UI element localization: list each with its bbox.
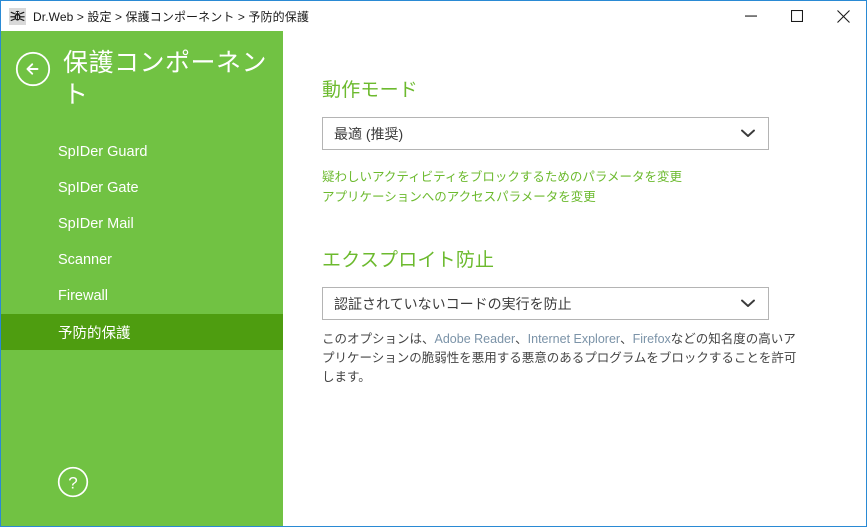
- operation-mode-heading: 動作モード: [322, 80, 419, 101]
- window-controls: [728, 1, 866, 31]
- back-arrow-icon[interactable]: [15, 51, 51, 87]
- title-bar-left: Dr.Web > 設定 > 保護コンポーネント > 予防的保護: [1, 7, 728, 25]
- app-name-adobe-reader: Adobe Reader: [434, 332, 516, 346]
- minimize-icon: [745, 15, 757, 17]
- maximize-button[interactable]: [774, 1, 820, 31]
- sidebar-item-spider-gate[interactable]: SpIDer Gate: [1, 170, 283, 206]
- exploit-prevention-heading: エクスプロイト防止: [322, 250, 495, 271]
- title-bar: Dr.Web > 設定 > 保護コンポーネント > 予防的保護: [1, 1, 866, 31]
- sidebar-item-preventive-protection[interactable]: 予防的保護: [1, 314, 283, 350]
- svg-text:?: ?: [68, 473, 77, 492]
- exploit-prevention-description: このオプションは、Adobe Reader、Internet Explorer、…: [322, 330, 807, 387]
- operation-mode-select[interactable]: 最適 (推奨): [322, 117, 769, 150]
- sidebar-item-label: SpIDer Guard: [58, 144, 148, 160]
- description-part-1: このオプションは、: [322, 332, 435, 346]
- sidebar-item-label: SpIDer Mail: [58, 216, 134, 232]
- breadcrumb: Dr.Web > 設定 > 保護コンポーネント > 予防的保護: [33, 9, 309, 24]
- description-separator-2: 、: [620, 332, 633, 346]
- operation-mode-value: 最適 (推奨): [334, 125, 404, 142]
- window-body: 保護コンポーネント SpIDer Guard SpIDer Gate SpIDe…: [1, 31, 866, 526]
- close-button[interactable]: [820, 1, 866, 31]
- sidebar: 保護コンポーネント SpIDer Guard SpIDer Gate SpIDe…: [1, 31, 283, 526]
- sidebar-item-label: Scanner: [58, 252, 113, 268]
- minimize-button[interactable]: [728, 1, 774, 31]
- chevron-down-icon: [741, 129, 755, 137]
- link-change-suspicious-activity-params[interactable]: 疑わしいアクティビティをブロックするためのパラメータを変更: [322, 167, 866, 187]
- sidebar-item-firewall[interactable]: Firewall: [1, 278, 283, 314]
- app-name-internet-explorer: Internet Explorer: [527, 332, 621, 346]
- sidebar-nav: SpIDer Guard SpIDer Gate SpIDer Mail Sca…: [1, 134, 283, 350]
- maximize-icon: [791, 10, 803, 22]
- sidebar-item-label: 予防的保護: [58, 325, 131, 342]
- page-title: 保護コンポーネント: [63, 49, 268, 109]
- spider-icon: [9, 7, 26, 25]
- sidebar-header: 保護コンポーネント: [1, 31, 283, 117]
- sidebar-item-spider-guard[interactable]: SpIDer Guard: [1, 134, 283, 170]
- link-change-application-access-params[interactable]: アプリケーションへのアクセスパラメータを変更: [322, 187, 866, 207]
- sidebar-item-spider-mail[interactable]: SpIDer Mail: [1, 206, 283, 242]
- sidebar-item-scanner[interactable]: Scanner: [1, 242, 283, 278]
- exploit-prevention-value: 認証されていないコードの実行を防止: [334, 295, 572, 312]
- help-question-icon[interactable]: ?: [57, 466, 89, 498]
- chevron-down-icon: [741, 299, 755, 307]
- operation-mode-links: 疑わしいアクティビティをブロックするためのパラメータを変更 アプリケーションへの…: [322, 167, 866, 207]
- drweb-settings-window: Dr.Web > 設定 > 保護コンポーネント > 予防的保護 保護コンポーネン…: [0, 0, 867, 527]
- sidebar-item-label: Firewall: [58, 288, 108, 304]
- description-separator-1: 、: [515, 332, 528, 346]
- exploit-prevention-select[interactable]: 認証されていないコードの実行を防止: [322, 287, 769, 320]
- sidebar-footer: ?: [1, 466, 283, 526]
- content-pane: 動作モード 最適 (推奨) 疑わしいアクティビティをブロックするためのパラメータ…: [283, 31, 866, 526]
- close-icon: [836, 9, 850, 23]
- sidebar-item-label: SpIDer Gate: [58, 180, 139, 196]
- app-name-firefox: Firefox: [632, 332, 671, 346]
